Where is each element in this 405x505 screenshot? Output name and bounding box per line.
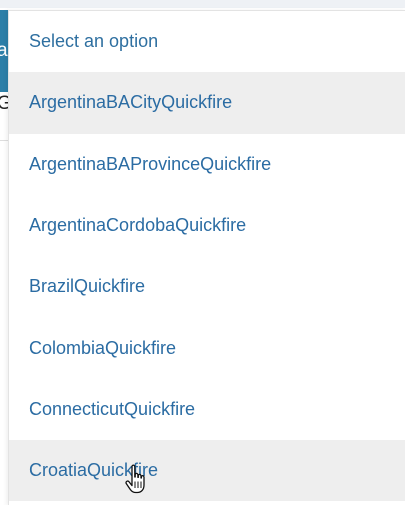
background-button[interactable]: a [0,10,8,92]
dropdown-placeholder[interactable]: Select an option [9,11,405,72]
dropdown-option-argentina-ba-city[interactable]: ArgentinaBACityQuickfire [9,72,405,134]
dropdown-option-connecticut[interactable]: ConnecticutQuickfire [9,379,405,440]
screen: a G Select an option ArgentinaBACityQuic… [0,0,405,505]
dropdown-option-argentina-ba-province[interactable]: ArgentinaBAProvinceQuickfire [9,134,405,195]
background-divider [0,140,8,141]
dropdown-option-argentina-cordoba[interactable]: ArgentinaCordobaQuickfire [9,195,405,256]
country-dropdown-list[interactable]: Select an option ArgentinaBACityQuickfir… [8,10,405,505]
dropdown-option-colombia[interactable]: ColombiaQuickfire [9,317,405,378]
dropdown-option-brazil[interactable]: BrazilQuickfire [9,256,405,317]
dropdown-option-croatia[interactable]: CroatiaQuickfire [9,440,405,502]
top-strip [0,0,405,8]
background-button-label: a [0,40,8,61]
